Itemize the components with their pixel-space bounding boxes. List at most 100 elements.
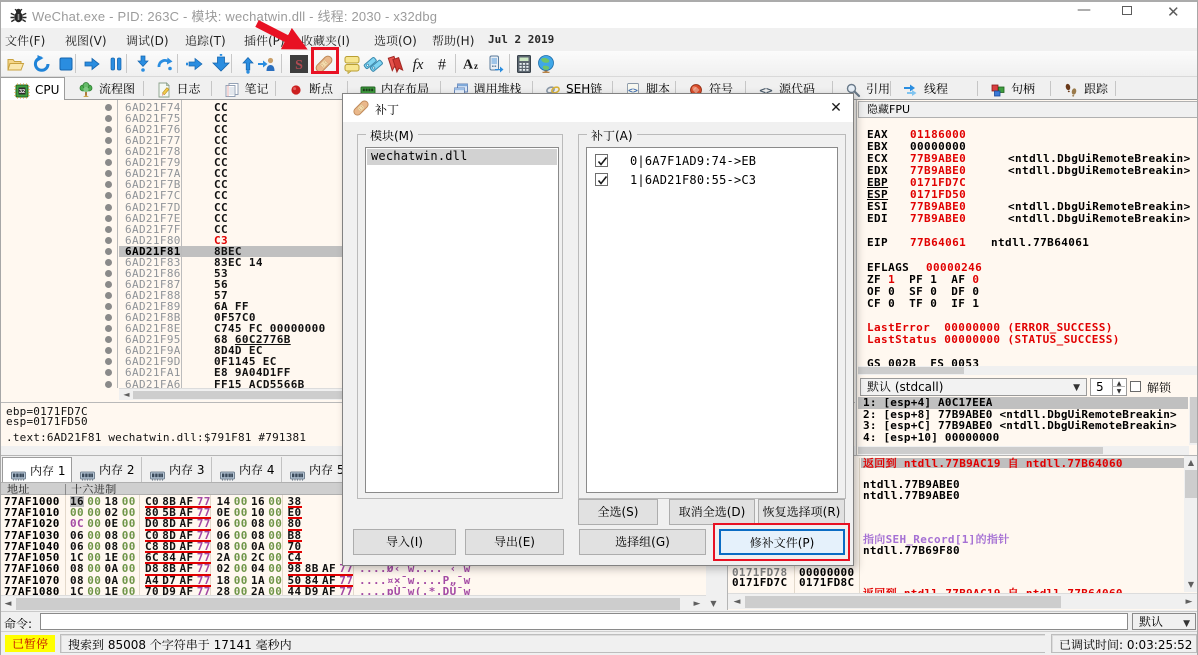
argument-row[interactable]: 1: [esp+4] A0C17EEA [858,397,1188,409]
patch-checkbox[interactable] [595,172,608,186]
scroll-thumb[interactable] [1185,470,1197,498]
scroll-down-button[interactable]: ▼ [706,597,721,611]
step-over-button[interactable] [155,54,175,74]
breakpoint-dot[interactable] [105,358,112,366]
run-button[interactable] [82,54,102,74]
case-button[interactable]: Az [461,54,481,74]
minimize-button[interactable]: — [1077,2,1091,18]
patch-dialog[interactable]: 补丁 ✕ 模块(M) wechatwin.dll 补丁(A) 0|6A7F1AD… [342,93,854,566]
import-button[interactable]: 导入(I) [353,529,456,555]
scroll-left-button[interactable]: ◄ [1,597,15,611]
hide-fpu-button[interactable]: 隐藏FPU [858,101,1198,118]
breakpoint-dot[interactable] [105,170,112,178]
breakpoint-dot[interactable] [105,347,112,355]
scroll-thumb[interactable] [1190,397,1197,443]
register-row[interactable]: EIP 77B64061 ntdll.77B64061 [867,237,1197,249]
tab-cpu[interactable]: 32 CPU [0,77,65,100]
dump-tab-4[interactable]: 内存 4 [212,457,282,482]
dump-tab-3[interactable]: 内存 3 [142,457,212,482]
registers-panel[interactable]: 隐藏FPU EAX 01186000 EBX 00000000 ECX 77B9ABE0 <… [856,100,1198,455]
scroll-up-button[interactable]: ▲ [1184,456,1198,470]
run-to-return-button[interactable] [211,54,231,74]
tab-句柄[interactable]: 句柄 [977,77,1050,99]
breakpoint-dot[interactable] [105,214,112,222]
breakpoint-dot[interactable] [105,336,112,344]
label-button[interactable] [363,54,383,74]
breakpoint-dot[interactable] [105,148,112,156]
breakpoint-dot[interactable] [105,314,112,322]
stack-hscrollbar[interactable]: ◄ ► [728,593,1198,609]
breakpoint-dot[interactable] [105,269,112,277]
breakpoint-dot[interactable] [105,325,112,333]
menu-item-t[interactable]: 追踪(T) [185,32,226,49]
menu-item-v[interactable]: 视图(V) [65,32,107,49]
command-profile-select[interactable]: 默认 ▼ [1132,613,1196,630]
arguments-hscrollbar[interactable] [858,446,1189,455]
pause-button[interactable] [106,54,126,74]
scroll-thumb[interactable] [745,596,1061,608]
memory-dump-hscrollbar[interactable]: ◄ ► [0,595,706,611]
bookmark-button[interactable] [385,54,405,74]
argument-row[interactable]: 4: [esp+10] 00000000 [858,432,1188,444]
register-row[interactable]: CF 0 TF 0 IF 1 [867,297,1197,310]
argument-count-stepper[interactable]: 5 ▲ ▼ [1090,378,1127,396]
menu-item-о[interactable]: 选项(O) [374,32,417,49]
scroll-left-button[interactable]: ◄ [120,390,133,400]
breakpoint-dot[interactable] [105,236,112,244]
breakpoint-dot[interactable] [105,181,112,189]
scroll-down-button[interactable]: ▼ [1184,578,1198,592]
breakpoint-dot[interactable] [105,303,112,311]
select-all-button[interactable]: 全选(S) [578,499,658,525]
menu-item-p[interactable]: 插件(P) [244,32,285,49]
calculator-button[interactable] [514,54,534,74]
breakpoint-dot[interactable] [105,115,112,123]
title-bar[interactable]: WeChat.exe - PID: 263C - 模块: wechatwin.d… [0,0,1198,28]
run-to-user-code-button[interactable] [257,54,277,74]
select-group-button[interactable]: 选择组(G) [579,529,706,555]
breakpoint-dot[interactable] [105,292,112,300]
breakpoint-dot[interactable] [105,247,112,255]
tab-线程[interactable]: 线程 [890,77,977,99]
patch-checkbox[interactable] [595,154,608,167]
module-list[interactable]: wechatwin.dll [365,147,559,493]
spinner-down-icon[interactable]: ▼ [1112,387,1125,395]
scyllahide-button[interactable]: S [289,54,309,74]
scroll-left-button[interactable]: ◄ [730,595,744,609]
calling-convention-select[interactable]: 默认 (stdcall) ▼ [860,378,1087,396]
stack-row[interactable]: 0171FD78 00000000 [728,566,1184,578]
breakpoint-dot[interactable] [105,258,112,266]
tab-笔记[interactable]: 笔记 [211,77,276,99]
source-phone-button[interactable] [486,54,506,74]
unlock-checkbox[interactable] [1130,381,1141,392]
scroll-thumb[interactable] [858,367,964,374]
breakpoint-dot[interactable] [105,280,112,288]
scroll-right-button[interactable]: ► [690,597,704,611]
breakpoint-dot[interactable] [105,369,112,377]
stack-vscrollbar[interactable]: ▲ ▼ [1184,456,1198,592]
stop-button[interactable] [56,54,76,74]
step-out-button[interactable] [238,54,258,74]
tab-断点[interactable]: 断点 [275,77,347,99]
module-list-item[interactable]: wechatwin.dll [367,149,557,165]
menu-item-h[interactable]: 帮助(H) [432,32,474,49]
arguments-vscrollbar[interactable] [1189,397,1198,445]
close-button[interactable]: ✕ [1167,3,1180,21]
breakpoint-dot[interactable] [105,137,112,145]
breakpoint-dot[interactable] [105,380,112,388]
open-folder-button[interactable] [6,54,26,74]
patch-list[interactable]: 0|6A7F1AD9:74->EB 1|6AD21F80:55->C3 [586,147,838,493]
breakpoint-dot[interactable] [105,104,112,111]
breakpoint-dot[interactable] [105,203,112,211]
run-trace-button[interactable] [185,54,205,74]
menu-item-f[interactable]: 文件(F) [5,32,45,49]
tab-流程图[interactable]: 流程图 [65,77,143,99]
maximize-button[interactable] [1122,6,1132,15]
patch-list-item[interactable]: 0|6A7F1AD9:74->EB [588,152,838,170]
trace-hash-button[interactable]: # [432,54,452,74]
restart-button[interactable] [32,54,52,74]
breakpoint-dot[interactable] [105,126,112,134]
menu-item-date[interactable]: Jul 2 2019 [488,33,554,46]
restore-selection-button[interactable]: 恢复选择项(R) [758,499,845,525]
breakpoint-dot[interactable] [105,192,112,200]
menu-item-d[interactable]: 调试(D) [126,32,169,49]
